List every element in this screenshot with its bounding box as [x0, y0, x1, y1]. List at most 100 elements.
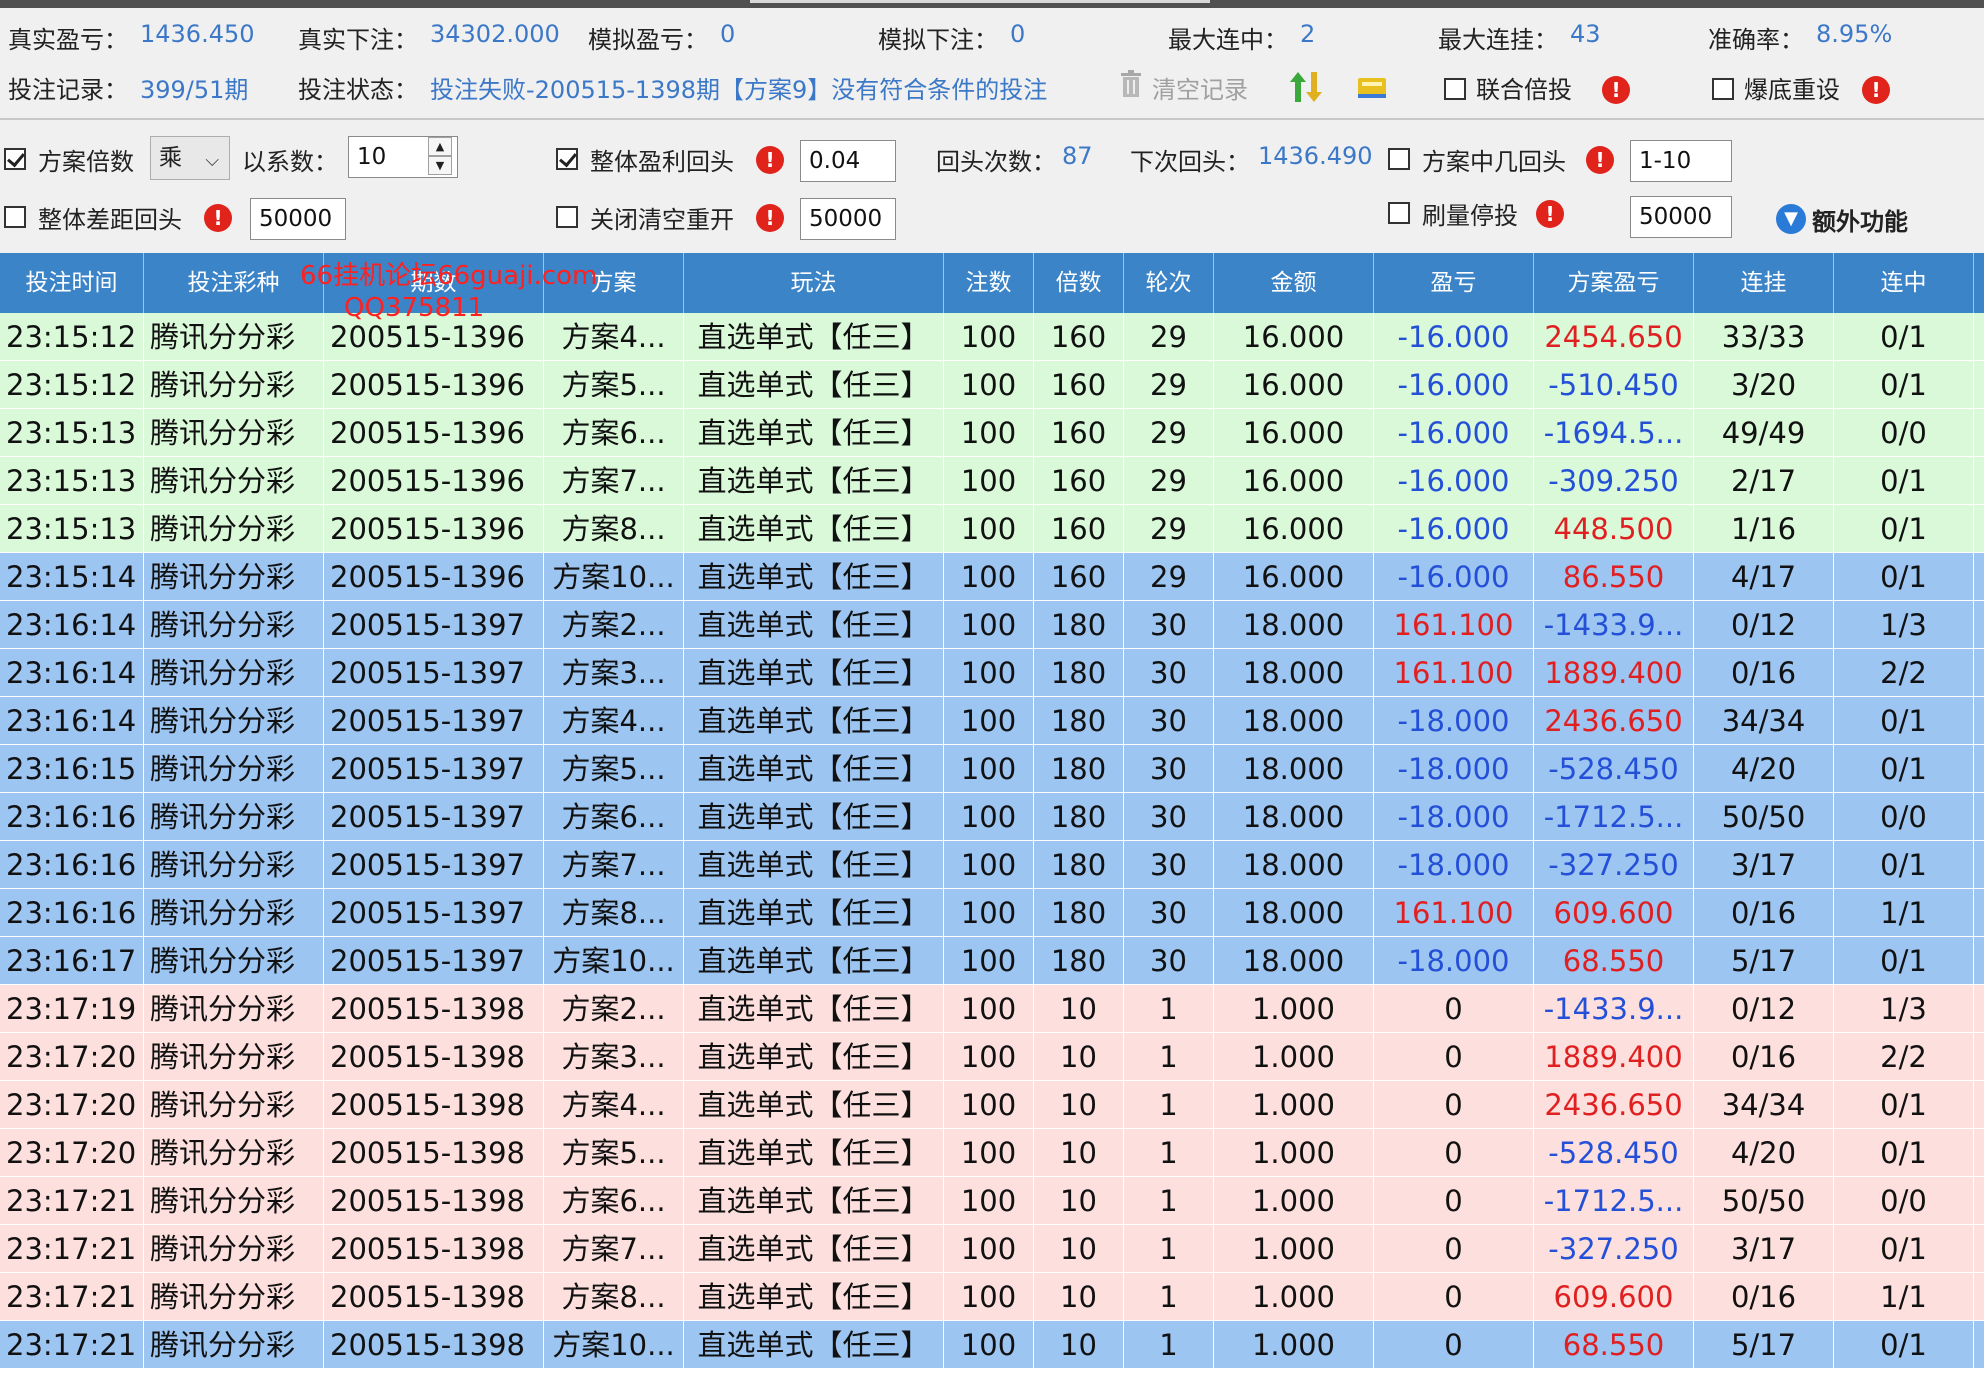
cell-amount: 18.000	[1214, 889, 1374, 937]
cell-time: 23:17:21	[0, 1321, 144, 1369]
overall-diff-checkbox[interactable]	[4, 206, 26, 228]
cell-amount: 18.000	[1214, 697, 1374, 745]
cell-scheme: 方案2...	[544, 985, 684, 1033]
cell-multiple: 160	[1034, 361, 1124, 409]
joint-multiplier-checkbox[interactable]	[1444, 78, 1466, 100]
table-row[interactable]: 23:16:14 腾讯分分彩 200515-1397 方案4... 直选单式【任三】 10…	[0, 697, 1984, 745]
scheme-hit-checkbox[interactable]	[1388, 148, 1410, 170]
cell-multiple: 160	[1034, 553, 1124, 601]
table-row[interactable]: 23:17:21 腾讯分分彩 200515-1398 方案10... 直选单式【任三】 1…	[0, 1321, 1984, 1369]
overall-diff-input[interactable]: 50000	[250, 198, 346, 240]
header-count[interactable]: 注数	[944, 253, 1034, 313]
table-row[interactable]: 23:17:21 腾讯分分彩 200515-1398 方案6... 直选单式【任三】 10…	[0, 1177, 1984, 1225]
table-row[interactable]: 23:15:13 腾讯分分彩 200515-1396 方案7... 直选单式【任三】 10…	[0, 457, 1984, 505]
cell-lottery: 腾讯分分彩	[144, 649, 324, 697]
reset-checkbox[interactable]	[1712, 78, 1734, 100]
header-scheme-pl[interactable]: 方案盈亏	[1534, 253, 1694, 313]
cell-period: 200515-1397	[324, 937, 544, 985]
cell-period: 200515-1397	[324, 745, 544, 793]
table-row[interactable]: 23:16:16 腾讯分分彩 200515-1397 方案7... 直选单式【任三】 10…	[0, 841, 1984, 889]
trash-icon	[1120, 70, 1142, 98]
cell-play: 直选单式【任三】	[684, 649, 944, 697]
stepper-up-icon[interactable]: ▲	[428, 137, 452, 156]
max-miss-label: 最大连挂：	[1438, 26, 1558, 54]
table-row[interactable]: 23:16:14 腾讯分分彩 200515-1397 方案3... 直选单式【任三】 10…	[0, 649, 1984, 697]
close-clear-info-icon[interactable]: !	[756, 204, 784, 232]
cell-pl: -18.000	[1374, 697, 1534, 745]
stop-info-icon[interactable]: !	[1536, 200, 1564, 228]
cell-play: 直选单式【任三】	[684, 1177, 944, 1225]
cell-time: 23:15:12	[0, 361, 144, 409]
table-row[interactable]: 23:15:12 腾讯分分彩 200515-1396 方案5... 直选单式【任三】 10…	[0, 361, 1984, 409]
operation-select[interactable]: 乘 ⌵	[150, 136, 230, 180]
table-row[interactable]: 23:17:21 腾讯分分彩 200515-1398 方案8... 直选单式【任三】 10…	[0, 1273, 1984, 1321]
overall-profit-checkbox[interactable]	[556, 148, 578, 170]
header-hit-streak[interactable]: 连中	[1834, 253, 1974, 313]
cell-miss-streak: 3/20	[1694, 361, 1834, 409]
header-round[interactable]: 轮次	[1124, 253, 1214, 313]
scheme-multiplier-checkbox[interactable]	[4, 148, 26, 170]
cell-scheme: 方案6...	[544, 793, 684, 841]
table-row[interactable]: 23:17:21 腾讯分分彩 200515-1398 方案7... 直选单式【任三】 10…	[0, 1225, 1984, 1273]
table-row[interactable]: 23:16:16 腾讯分分彩 200515-1397 方案8... 直选单式【任三】 10…	[0, 889, 1984, 937]
stepper-down-icon[interactable]: ▼	[428, 156, 452, 175]
coef-stepper[interactable]: ▲ ▼	[428, 137, 452, 177]
cell-scheme-pl: 2454.650	[1534, 313, 1694, 361]
table-row[interactable]: 23:15:13 腾讯分分彩 200515-1396 方案6... 直选单式【任三】 10…	[0, 409, 1984, 457]
overall-profit-input[interactable]: 0.04	[800, 140, 896, 182]
cell-lottery: 腾讯分分彩	[144, 841, 324, 889]
cell-multiple: 10	[1034, 1081, 1124, 1129]
table-row[interactable]: 23:17:20 腾讯分分彩 200515-1398 方案5... 直选单式【任三】 10…	[0, 1129, 1984, 1177]
cell-round: 1	[1124, 1225, 1214, 1273]
ticket-icon[interactable]	[1356, 72, 1388, 102]
overall-profit-info-icon[interactable]: !	[756, 146, 784, 174]
cell-multiple: 160	[1034, 409, 1124, 457]
cell-scheme-pl: 1889.400	[1534, 649, 1694, 697]
header-miss-streak[interactable]: 连挂	[1694, 253, 1834, 313]
table-row[interactable]: 23:15:13 腾讯分分彩 200515-1396 方案8... 直选单式【任三】 10…	[0, 505, 1984, 553]
scheme-hit-info-icon[interactable]: !	[1586, 146, 1614, 174]
cell-round: 30	[1124, 793, 1214, 841]
header-lottery[interactable]: 投注彩种	[144, 253, 324, 313]
scheme-hit-input[interactable]: 1-10	[1630, 140, 1732, 182]
overall-diff-info-icon[interactable]: !	[204, 204, 232, 232]
table-row[interactable]: 23:15:12 腾讯分分彩 200515-1396 方案4... 直选单式【任三】 10…	[0, 313, 1984, 361]
table-row[interactable]: 23:16:14 腾讯分分彩 200515-1397 方案2... 直选单式【任三】 10…	[0, 601, 1984, 649]
cell-count: 100	[944, 1273, 1034, 1321]
close-clear-checkbox[interactable]	[556, 206, 578, 228]
cell-pl: -16.000	[1374, 361, 1534, 409]
cell-scheme-pl: 68.550	[1534, 937, 1694, 985]
header-play[interactable]: 玩法	[684, 253, 944, 313]
table-row[interactable]: 23:17:20 腾讯分分彩 200515-1398 方案4... 直选单式【任三】 10…	[0, 1081, 1984, 1129]
cell-pl: -18.000	[1374, 937, 1534, 985]
cell-scheme: 方案10...	[544, 1321, 684, 1369]
header-multiple[interactable]: 倍数	[1034, 253, 1124, 313]
table-row[interactable]: 23:15:14 腾讯分分彩 200515-1396 方案10... 直选单式【任三】 1…	[0, 553, 1984, 601]
real-pl-label: 真实盈亏：	[8, 26, 128, 54]
bet-records-table[interactable]: 投注时间 投注彩种 期数 方案 玩法 注数 倍数 轮次 金额 盈亏 方案盈亏 连挂 连中 23:15:1…	[0, 253, 1984, 1378]
stop-input[interactable]: 50000	[1630, 196, 1732, 238]
table-row[interactable]: 23:17:19 腾讯分分彩 200515-1398 方案2... 直选单式【任三】 10…	[0, 985, 1984, 1033]
cell-amount: 1.000	[1214, 1129, 1374, 1177]
joint-info-icon[interactable]: !	[1602, 76, 1630, 104]
header-amount[interactable]: 金额	[1214, 253, 1374, 313]
cell-round: 30	[1124, 889, 1214, 937]
header-time[interactable]: 投注时间	[0, 253, 144, 313]
table-row[interactable]: 23:17:20 腾讯分分彩 200515-1398 方案3... 直选单式【任三】 10…	[0, 1033, 1984, 1081]
table-row[interactable]: 23:16:15 腾讯分分彩 200515-1397 方案5... 直选单式【任三】 10…	[0, 745, 1984, 793]
cell-amount: 18.000	[1214, 841, 1374, 889]
cell-play: 直选单式【任三】	[684, 841, 944, 889]
table-row[interactable]: 23:16:16 腾讯分分彩 200515-1397 方案6... 直选单式【任三】 10…	[0, 793, 1984, 841]
max-miss-value: 43	[1570, 20, 1601, 48]
close-clear-input[interactable]: 50000	[800, 198, 896, 240]
cell-round: 29	[1124, 505, 1214, 553]
accuracy-label: 准确率：	[1708, 26, 1804, 54]
cell-period: 200515-1397	[324, 793, 544, 841]
sim-bet-label: 模拟下注：	[878, 26, 998, 54]
stop-checkbox[interactable]	[1388, 202, 1410, 224]
sort-arrows-icon[interactable]	[1288, 70, 1324, 104]
header-pl[interactable]: 盈亏	[1374, 253, 1534, 313]
table-row[interactable]: 23:16:17 腾讯分分彩 200515-1397 方案10... 直选单式【任三】 1…	[0, 937, 1984, 985]
reset-info-icon[interactable]: !	[1862, 76, 1890, 104]
cell-time: 23:16:14	[0, 697, 144, 745]
